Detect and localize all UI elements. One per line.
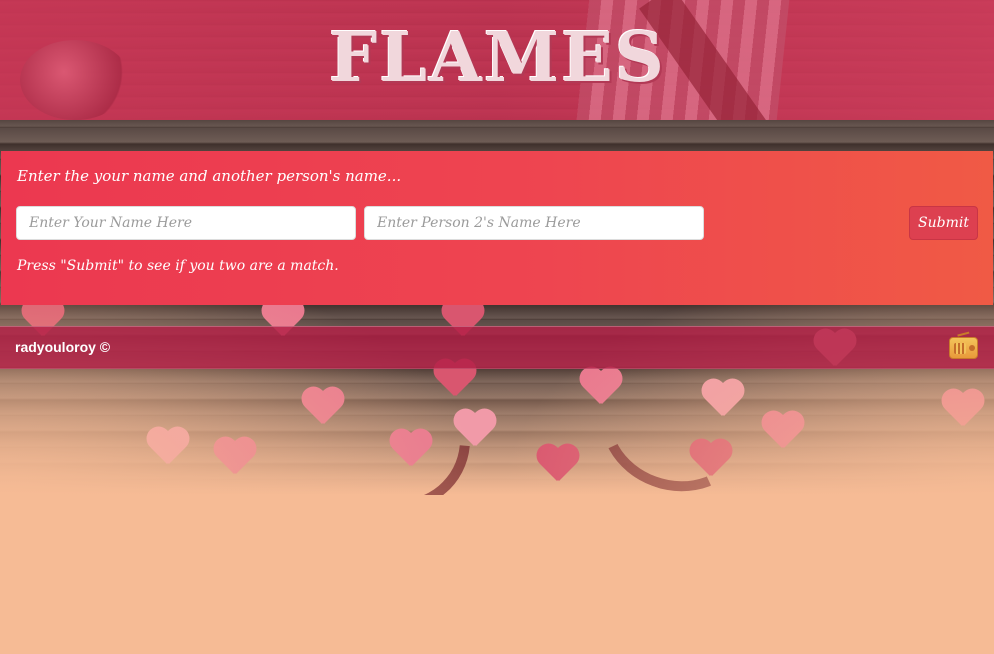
submit-button[interactable]: Submit (909, 206, 978, 240)
form-title: Enter the your name and another person's… (17, 167, 402, 185)
header-banner: FLAMES (0, 0, 994, 120)
radio-antenna (957, 331, 971, 342)
form-hint: Press "Submit" to see if you two are a m… (17, 258, 339, 274)
app-logo: FLAMES (328, 18, 667, 98)
copyright-text: radyouloroy © (15, 339, 111, 355)
match-form-panel: Enter the your name and another person's… (1, 151, 993, 305)
person2-name-input[interactable] (364, 206, 704, 240)
your-name-input[interactable] (16, 206, 356, 240)
radio-icon[interactable] (949, 331, 978, 359)
radio-knob (969, 345, 975, 351)
rose-decoration (20, 40, 130, 120)
footer-bar: radyouloroy © (0, 326, 994, 369)
radio-speaker-grille (954, 343, 966, 354)
